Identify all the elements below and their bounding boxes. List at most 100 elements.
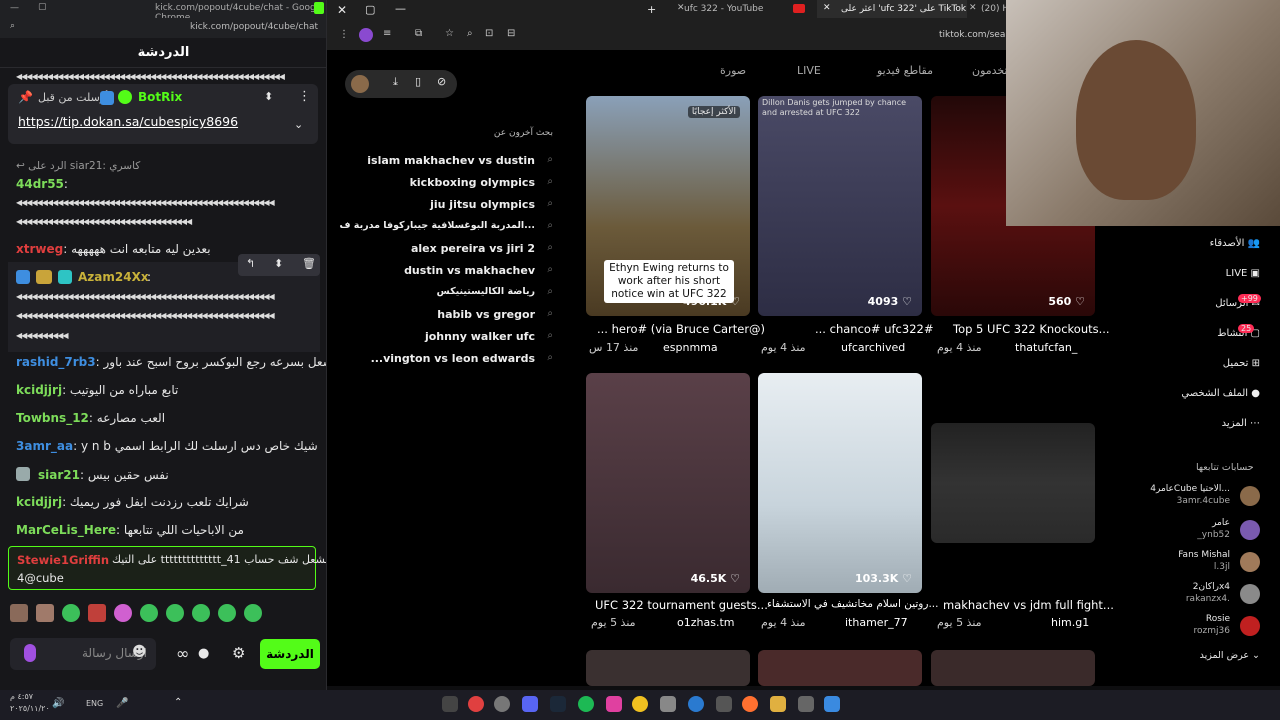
- infinity-icon[interactable]: ∞: [176, 644, 189, 663]
- steam-icon[interactable]: [550, 696, 566, 712]
- maximize-button[interactable]: ▢: [38, 2, 47, 12]
- search-suggestion[interactable]: islam makhachev vs dustin: [367, 154, 535, 167]
- minimize-button[interactable]: —: [395, 2, 406, 15]
- tab-youtube[interactable]: ✕ ufc 322 - YouTube: [667, 0, 817, 18]
- following-item[interactable]: عامر _ynb52: [1140, 516, 1260, 546]
- video-author[interactable]: him.g1: [1051, 616, 1089, 629]
- following-item[interactable]: Fans Mishal l.3jl: [1140, 548, 1260, 578]
- search-suggestion[interactable]: alex pereira vs jiri 2: [411, 242, 535, 255]
- video-caption[interactable]: ... chanco# ufc322#: [815, 322, 933, 336]
- maximize-button[interactable]: ▢: [365, 3, 375, 16]
- chat-username[interactable]: xtrweg: [16, 242, 63, 256]
- video-thumbnail[interactable]: 46.5K ♡: [586, 373, 750, 593]
- video-caption[interactable]: Top 5 UFC 322 Knockouts...: [953, 322, 1110, 336]
- chat-username[interactable]: kcidjjrj: [16, 495, 62, 509]
- snapchat-icon[interactable]: [632, 696, 648, 712]
- search-suggestion[interactable]: kickboxing olympics: [410, 176, 535, 189]
- windows-icon[interactable]: [824, 696, 840, 712]
- video-thumbnail[interactable]: [931, 650, 1095, 686]
- translate-icon[interactable]: ⊡: [485, 28, 493, 39]
- emote-icon[interactable]: [166, 604, 184, 622]
- video-author[interactable]: ithamer_77: [845, 616, 908, 629]
- video-thumbnail[interactable]: الأكثر إعجابًا Ethyn Ewing returns to wo…: [586, 96, 750, 316]
- video-thumbnail[interactable]: 103.3K ♡: [758, 373, 922, 593]
- chat-username[interactable]: Azam24Xx: [78, 270, 149, 284]
- extension-icon[interactable]: [359, 28, 373, 42]
- see-more-link[interactable]: عرض المزيد ⌄: [1140, 650, 1260, 666]
- search-suggestion[interactable]: المدربة البوغسلافية جيباركوفا مدربة ف...: [339, 220, 535, 231]
- app-icon[interactable]: [798, 696, 814, 712]
- sidebar-item-upload[interactable]: تحميل ⊞: [1180, 358, 1260, 369]
- chat-username[interactable]: 3amr_aa: [16, 439, 73, 453]
- tab-videos[interactable]: مقاطع فيديو: [877, 64, 933, 77]
- chat-username[interactable]: 44dr55: [16, 177, 64, 191]
- video-caption[interactable]: روتين اسلام مخاتشيف في الاستشفاء...: [767, 598, 938, 610]
- video-caption[interactable]: UFC 322 tournament guests...: [595, 598, 768, 612]
- chat-username[interactable]: MarCeLis_Here: [16, 523, 116, 537]
- search-suggestion[interactable]: johnny walker ufc: [425, 330, 535, 343]
- chrome-icon[interactable]: [468, 696, 484, 712]
- app-icon[interactable]: [660, 696, 676, 712]
- following-item[interactable]: راكان2x4 rakanzx4.: [1140, 580, 1260, 610]
- menu-dots-icon[interactable]: ⋮: [298, 89, 311, 104]
- video-author[interactable]: espnmma: [663, 341, 718, 354]
- avatar[interactable]: [351, 75, 369, 93]
- cast-icon[interactable]: ⊟: [507, 28, 515, 39]
- screenshot-icon[interactable]: ⧉: [415, 28, 422, 39]
- volume-icon[interactable]: 🔊: [52, 698, 64, 709]
- clock-time[interactable]: ٤:٥٧ م: [10, 692, 33, 701]
- gear-icon[interactable]: ⚙: [232, 644, 245, 662]
- reader-icon[interactable]: ≡: [383, 28, 391, 39]
- tab-live[interactable]: LIVE: [797, 64, 821, 77]
- video-thumbnail[interactable]: [758, 650, 922, 686]
- minimize-button[interactable]: —: [10, 3, 19, 13]
- chat-username[interactable]: kcidjjrj: [16, 383, 62, 397]
- delete-icon[interactable]: 🗑: [302, 257, 316, 270]
- compass-icon[interactable]: ⊘: [437, 75, 446, 88]
- chat-username[interactable]: Stewie1Griffin: [17, 553, 109, 567]
- pin-icon[interactable]: ⬍: [274, 257, 283, 270]
- tab-tiktok[interactable]: ✕ اعثر على 'ufc 322' على TikTok: [817, 0, 967, 18]
- clock-date[interactable]: ٢٠٢٥/١١/٢٠: [10, 704, 50, 713]
- video-thumbnail[interactable]: 8803 ♡: [931, 423, 1095, 543]
- mic-icon[interactable]: 🎤: [116, 698, 128, 709]
- search-suggestion[interactable]: رياضة الكاليستينيكس: [437, 286, 535, 297]
- video-author[interactable]: thatufcfan_: [1015, 341, 1077, 354]
- url-bar[interactable]: ⌕ kick.com/popout/4cube/chat: [0, 18, 326, 38]
- emote-icon[interactable]: [140, 604, 158, 622]
- sidebar-item-friends[interactable]: الأصدقاء 👥: [1180, 238, 1260, 249]
- following-item[interactable]: Rosie rozmj36: [1140, 612, 1260, 642]
- pinned-user[interactable]: BotRix: [138, 90, 182, 104]
- search-suggestion[interactable]: jiu jitsu olympics: [430, 198, 535, 211]
- zoom-icon[interactable]: ⌕: [467, 28, 473, 39]
- chevron-down-icon[interactable]: ⌄: [294, 118, 303, 131]
- emoji-icon[interactable]: ☻: [132, 644, 147, 660]
- calculator-icon[interactable]: [716, 696, 732, 712]
- folder-icon[interactable]: [770, 696, 786, 712]
- following-item[interactable]: عامر4Cube الاحتيا... 3amr.4cube: [1140, 482, 1260, 512]
- chat-username[interactable]: siar21: [38, 468, 80, 482]
- video-thumbnail[interactable]: Dillon Danis gets jumped by chance and a…: [758, 96, 922, 316]
- chat-input[interactable]: ارسال رسالة ☻: [10, 638, 156, 670]
- close-icon[interactable]: ✕: [823, 3, 831, 13]
- emote-icon[interactable]: [88, 604, 106, 622]
- video-caption[interactable]: makhachev vs jdm full fight...: [943, 598, 1114, 612]
- download-icon[interactable]: ⤓: [393, 75, 398, 89]
- edge-icon[interactable]: [688, 696, 704, 712]
- emote-icon[interactable]: [10, 604, 28, 622]
- reply-icon[interactable]: ↰: [246, 257, 255, 270]
- language-indicator[interactable]: ENG: [86, 699, 103, 708]
- obs-icon[interactable]: [494, 696, 510, 712]
- emote-icon[interactable]: [244, 604, 262, 622]
- firefox-icon[interactable]: [742, 696, 758, 712]
- star-icon[interactable]: ☆: [445, 28, 454, 39]
- video-thumbnail[interactable]: [586, 650, 750, 686]
- video-author[interactable]: ufcarchived: [841, 341, 905, 354]
- menu-dots-icon[interactable]: ⋮: [339, 29, 349, 40]
- emote-icon[interactable]: [114, 604, 132, 622]
- new-tab-icon[interactable]: +: [647, 3, 656, 16]
- emote-icon[interactable]: [36, 604, 54, 622]
- discord-icon[interactable]: [522, 696, 538, 712]
- app-icon[interactable]: [442, 696, 458, 712]
- unpin-icon[interactable]: ⬍: [264, 90, 273, 103]
